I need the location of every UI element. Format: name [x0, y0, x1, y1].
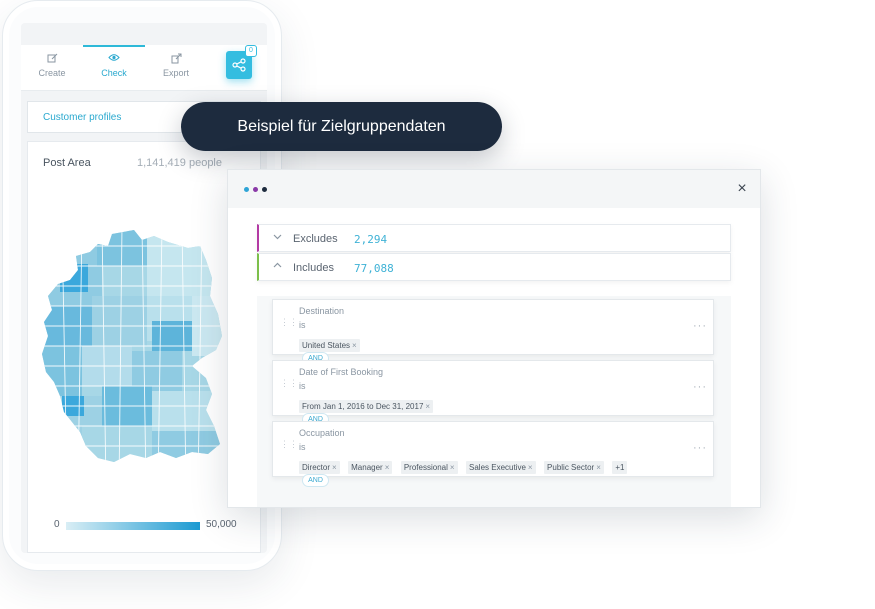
- value-chip[interactable]: United States ×: [299, 339, 360, 352]
- tab-export-label: Export: [162, 68, 189, 78]
- tab-check[interactable]: Check: [83, 45, 145, 91]
- window-dot-dark: [262, 187, 267, 192]
- share-icon: [232, 58, 246, 72]
- legend-min: 0: [54, 519, 60, 530]
- rule-occupation[interactable]: ⋮⋮ Occupation is Director × Manager × Prof…: [272, 421, 714, 477]
- germany-map: [42, 230, 222, 462]
- tab-create-label: Create: [38, 68, 66, 78]
- more-options-icon[interactable]: ···: [693, 320, 707, 332]
- rule-values: Director × Manager × Professional × Sales E…: [299, 457, 631, 474]
- includes-count: 77,088: [354, 262, 394, 275]
- value-chip[interactable]: Manager ×: [348, 461, 393, 474]
- share-badge: 0: [245, 45, 257, 57]
- tab-check-label: Check: [101, 68, 127, 78]
- drag-handle-icon[interactable]: ⋮⋮: [280, 440, 298, 456]
- more-values-chip[interactable]: +1: [612, 461, 628, 474]
- rule-date-of-first-booking[interactable]: ⋮⋮ Date of First Booking is From Jan 1, …: [272, 360, 714, 416]
- remove-chip-icon: ×: [527, 463, 533, 472]
- remove-chip-icon: ×: [332, 463, 337, 472]
- rule-field: Date of First Booking: [299, 367, 384, 377]
- excludes-count: 2,294: [354, 233, 388, 246]
- remove-chip-icon: ×: [352, 341, 357, 350]
- rule-field: Occupation: [299, 428, 345, 438]
- rule-values: From Jan 1, 2016 to Dec 31, 2017 ×: [299, 396, 437, 413]
- rule-operator: is: [299, 381, 306, 391]
- excludes-row[interactable]: Excludes 2,294: [257, 224, 731, 252]
- value-chip[interactable]: Public Sector ×: [544, 461, 604, 474]
- remove-chip-icon: ×: [384, 463, 390, 472]
- legend-gradient: [66, 522, 200, 530]
- rule-destination[interactable]: ⋮⋮ Destination is United States × ···: [272, 299, 714, 355]
- excludes-label: Excludes: [293, 233, 338, 245]
- post-area-card: Post Area 1,141,419 people 0 50,000: [27, 141, 261, 553]
- remove-chip-icon: ×: [425, 402, 431, 411]
- rule-field: Destination: [299, 306, 345, 316]
- dialog-header: ×: [228, 170, 760, 208]
- more-options-icon[interactable]: ···: [693, 381, 707, 393]
- drag-handle-icon[interactable]: ⋮⋮: [280, 379, 298, 395]
- chevron-down-icon: [273, 232, 282, 244]
- close-icon[interactable]: ×: [733, 180, 751, 198]
- export-icon: [169, 53, 183, 65]
- audience-data-tooltip: Beispiel für Zielgruppendaten: [181, 102, 502, 151]
- rule-operator: is: [299, 320, 306, 330]
- segment-dialog: × Excludes 2,294 Includes 77,088 ⋮⋮ Dest…: [227, 169, 761, 508]
- rule-values: United States ×: [299, 335, 364, 352]
- window-dot-purple: [253, 187, 258, 192]
- includes-row[interactable]: Includes 77,088: [257, 253, 731, 281]
- more-options-icon[interactable]: ···: [693, 442, 707, 454]
- tab-export[interactable]: Export: [145, 45, 207, 91]
- remove-chip-icon: ×: [449, 463, 455, 472]
- tab-create[interactable]: Create: [21, 45, 83, 91]
- and-connector: AND: [302, 474, 329, 487]
- value-chip[interactable]: Sales Executive ×: [466, 461, 536, 474]
- share-button[interactable]: 0: [226, 45, 257, 79]
- value-chip[interactable]: Professional ×: [400, 461, 458, 474]
- drag-handle-icon[interactable]: ⋮⋮: [280, 318, 298, 334]
- value-chip[interactable]: From Jan 1, 2016 to Dec 31, 2017 ×: [299, 400, 434, 413]
- post-area-label: Post Area: [43, 157, 91, 169]
- value-chip[interactable]: Director ×: [299, 461, 340, 474]
- phone-tab-bar: Create Check Export 0: [21, 45, 267, 91]
- legend-max: 50,000: [206, 519, 237, 530]
- people-count: 1,141,419 people: [136, 157, 222, 169]
- edit-icon: [45, 53, 59, 65]
- dialog-body: Excludes 2,294 Includes 77,088 ⋮⋮ Destin…: [228, 208, 760, 507]
- includes-label: Includes: [293, 262, 334, 274]
- window-dot-blue: [244, 187, 249, 192]
- rules-list: ⋮⋮ Destination is United States × ··· AND…: [257, 296, 731, 507]
- chevron-up-icon: [273, 261, 282, 273]
- eye-icon: [107, 53, 121, 65]
- remove-chip-icon: ×: [596, 463, 601, 472]
- rule-operator: is: [299, 442, 306, 452]
